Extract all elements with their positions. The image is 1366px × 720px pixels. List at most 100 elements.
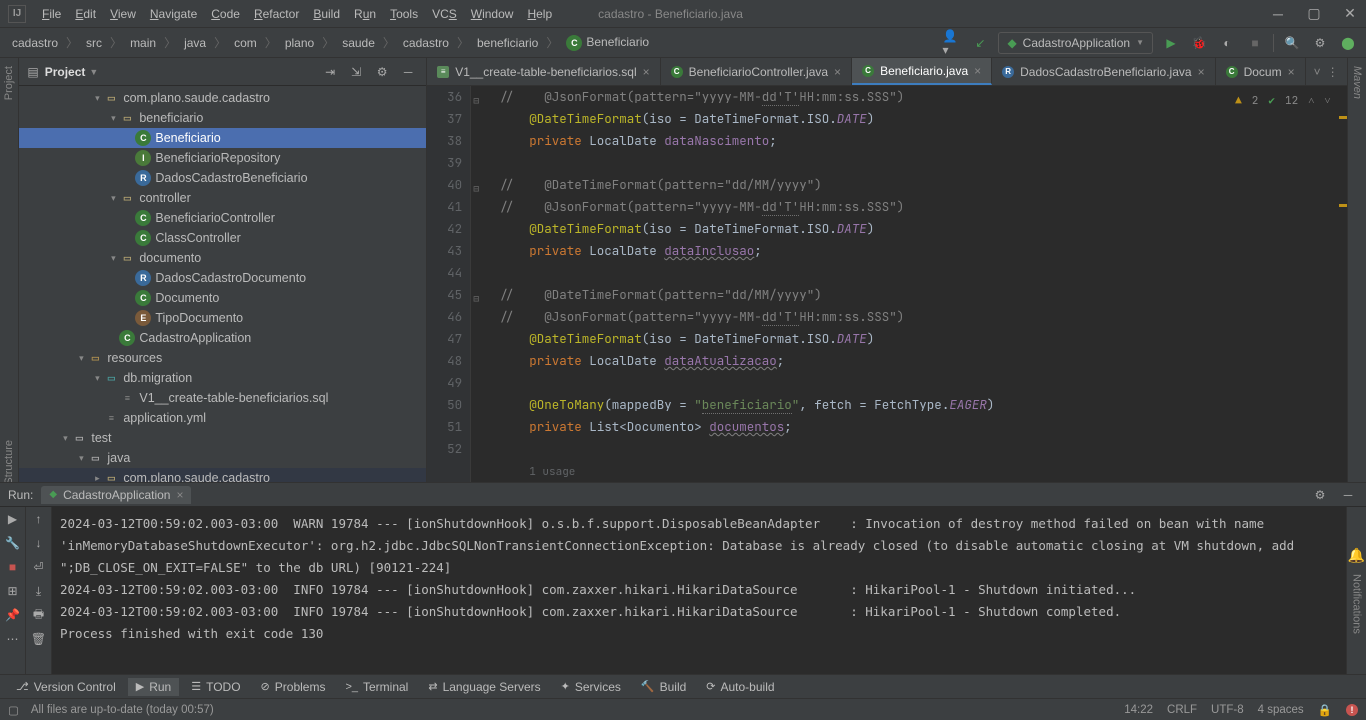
line-number[interactable]: 40: [427, 174, 462, 196]
stripe-maven[interactable]: Maven: [1351, 66, 1363, 99]
up-icon[interactable]: ˄: [1308, 90, 1314, 112]
run-config-selector[interactable]: ◆ CadastroApplication ▼: [998, 32, 1153, 54]
line-gutter[interactable]: 3637383940414243444546474849505152: [427, 86, 471, 482]
search-icon[interactable]: 🔍: [1282, 33, 1302, 53]
code-content[interactable]: // @JsonFormat(pattern="yyyy-MM-dd'T'HH:…: [487, 86, 1334, 482]
tree-arrow-icon[interactable]: ▾: [75, 453, 87, 464]
up-button[interactable]: ↑: [26, 507, 51, 531]
breadcrumb-item[interactable]: java: [180, 34, 210, 52]
tree-node[interactable]: RDadosCadastroDocumento: [19, 268, 426, 288]
tree-node[interactable]: ▾▭controller: [19, 188, 426, 208]
fold-gutter[interactable]: ⊟⊟⊟: [471, 86, 487, 482]
hide-panel-icon[interactable]: ─: [398, 62, 418, 82]
menu-help[interactable]: Help: [521, 5, 558, 23]
tree-node[interactable]: IBeneficiarioRepository: [19, 148, 426, 168]
layout-button[interactable]: ⊞: [0, 579, 25, 603]
menu-vcs[interactable]: VCS: [426, 5, 463, 23]
run-button[interactable]: ▶: [1161, 33, 1181, 53]
tree-arrow-icon[interactable]: ▸: [91, 473, 103, 483]
stop-button[interactable]: ■: [0, 555, 25, 579]
status-icon[interactable]: ▢: [8, 703, 19, 717]
status-indent[interactable]: 4 spaces: [1258, 704, 1304, 716]
line-number[interactable]: 38: [427, 130, 462, 152]
close-icon[interactable]: ×: [974, 64, 981, 78]
bottom-tab[interactable]: 🔨Build: [633, 678, 694, 696]
chevron-down-icon[interactable]: ▼: [89, 67, 98, 77]
bottom-tab[interactable]: ⊘Problems: [253, 678, 334, 696]
tree-arrow-icon[interactable]: ▾: [59, 433, 71, 444]
project-tree[interactable]: ▾▭com.plano.saude.cadastro▾▭beneficiario…: [19, 86, 426, 482]
stop-button[interactable]: ■: [1245, 33, 1265, 53]
tree-arrow-icon[interactable]: ▾: [91, 93, 103, 104]
tree-node[interactable]: CCadastroApplication: [19, 328, 426, 348]
editor-tab[interactable]: CBeneficiarioController.java×: [661, 58, 852, 85]
bottom-tab[interactable]: ⇄Language Servers: [420, 678, 548, 696]
tree-node[interactable]: CClassController: [19, 228, 426, 248]
stripe-structure[interactable]: Structure: [3, 440, 15, 482]
settings-icon[interactable]: ⚙: [1310, 33, 1330, 53]
close-button[interactable]: ✕: [1342, 6, 1358, 22]
status-encoding[interactable]: UTF-8: [1211, 704, 1244, 716]
clear-button[interactable]: 🗑: [26, 627, 51, 651]
line-number[interactable]: 51: [427, 416, 462, 438]
menu-refactor[interactable]: Refactor: [248, 5, 305, 23]
breadcrumb-item[interactable]: cadastro: [399, 34, 453, 52]
tree-node[interactable]: RDadosCadastroBeneficiario: [19, 168, 426, 188]
status-eol[interactable]: CRLF: [1167, 704, 1197, 716]
tree-arrow-icon[interactable]: ▾: [107, 193, 119, 204]
line-number[interactable]: 36: [427, 86, 462, 108]
line-number[interactable]: 42: [427, 218, 462, 240]
close-icon[interactable]: ×: [176, 488, 183, 502]
notifications-label[interactable]: Notifications: [1351, 574, 1363, 634]
line-number[interactable]: 43: [427, 240, 462, 262]
breadcrumb-item[interactable]: plano: [281, 34, 318, 52]
tree-arrow-icon[interactable]: ▾: [91, 373, 103, 384]
breadcrumb-item[interactable]: main: [126, 34, 160, 52]
readonly-icon[interactable]: 🔒: [1318, 703, 1332, 717]
down-button[interactable]: ↓: [26, 531, 51, 555]
menu-window[interactable]: Window: [465, 5, 520, 23]
tree-arrow-icon[interactable]: ▾: [107, 253, 119, 264]
tree-node[interactable]: CBeneficiarioController: [19, 208, 426, 228]
debug-button[interactable]: 🐞: [1189, 33, 1209, 53]
error-indicator[interactable]: !: [1346, 704, 1358, 716]
gear-icon[interactable]: ⚙: [372, 62, 392, 82]
scroll-end-button[interactable]: ⤓: [26, 579, 51, 603]
menu-file[interactable]: File: [36, 5, 67, 23]
line-number[interactable]: 45: [427, 284, 462, 306]
bottom-tab[interactable]: ⎇Version Control: [8, 678, 124, 696]
error-stripe[interactable]: [1335, 86, 1347, 482]
bell-icon[interactable]: 🔔: [1348, 547, 1365, 564]
menu-build[interactable]: Build: [307, 5, 346, 23]
bottom-tab[interactable]: >_Terminal: [337, 678, 416, 696]
problems-indicator[interactable]: ▲2 ✔12 ˄ ˅: [1235, 90, 1330, 112]
breadcrumb-current[interactable]: CBeneficiario: [562, 33, 653, 53]
bottom-tab[interactable]: ⟳Auto-build: [698, 678, 782, 696]
fold-icon[interactable]: ⊟: [473, 90, 479, 112]
maximize-button[interactable]: ▢: [1306, 6, 1322, 22]
line-number[interactable]: 52: [427, 438, 462, 460]
breadcrumb-item[interactable]: saude: [338, 34, 379, 52]
line-number[interactable]: 44: [427, 262, 462, 284]
close-icon[interactable]: ×: [1198, 65, 1205, 79]
ide-tools-icon[interactable]: ⬤: [1338, 33, 1358, 53]
menu-run[interactable]: Run: [348, 5, 382, 23]
fold-icon[interactable]: ⊟: [473, 178, 479, 200]
close-icon[interactable]: ×: [643, 65, 650, 79]
breadcrumb-item[interactable]: beneficiario: [473, 34, 542, 52]
down-icon[interactable]: ˅: [1324, 90, 1330, 112]
editor-body[interactable]: ▲2 ✔12 ˄ ˅ 36373839404142434445464748495…: [427, 86, 1346, 482]
tools-button[interactable]: 🔧: [0, 531, 25, 555]
close-icon[interactable]: ×: [834, 65, 841, 79]
tree-node[interactable]: CDocumento: [19, 288, 426, 308]
select-opened-file-icon[interactable]: ⇥: [320, 62, 340, 82]
tree-arrow-icon[interactable]: ▾: [107, 113, 119, 124]
bottom-tab[interactable]: ☰TODO: [183, 678, 248, 696]
line-number[interactable]: 48: [427, 350, 462, 372]
line-number[interactable]: 47: [427, 328, 462, 350]
run-tab[interactable]: ◆ CadastroApplication ×: [41, 486, 191, 504]
pin-button[interactable]: 📌: [0, 603, 25, 627]
console-output[interactable]: 2024-03-12T00:59:02.003-03:00 WARN 19784…: [52, 507, 1346, 674]
line-number[interactable]: 50: [427, 394, 462, 416]
tree-node[interactable]: ETipoDocumento: [19, 308, 426, 328]
